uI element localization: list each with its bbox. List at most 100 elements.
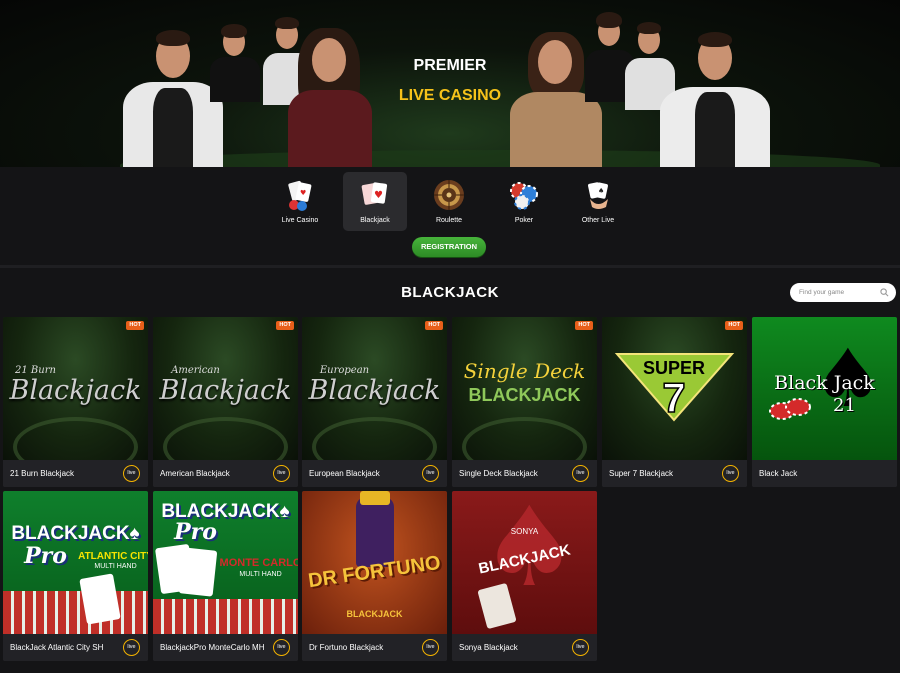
game-logo: MONTE CARLO [219,557,298,569]
live-badge: live [572,639,589,656]
category-poker[interactable]: Poker [492,172,556,231]
game-thumbnail: SUPER 7 HOT [602,317,747,460]
svg-text:7: 7 [662,374,685,421]
game-name: European Blackjack [309,469,380,478]
game-logo: ATLANTIC CITY [78,551,148,562]
game-card[interactable]: ♠ SONYA BLACKJACK Sonya Blackjack live [452,491,597,661]
hero-title-premier: PREMIER [413,57,487,74]
game-info: Sonya Blackjack live [452,634,597,661]
game-name: Super 7 Blackjack [609,469,674,478]
game-thumbnail: BLACKJACK♠ Pro ATLANTIC CITY MULTI HAND [3,491,148,634]
dr-fortuno-character [356,497,394,567]
search-box [790,283,896,302]
live-badge: live [722,465,739,482]
category-other-live[interactable]: ♠ Other Live [566,172,630,231]
chips-stack [153,599,298,634]
game-card[interactable]: Blackjack American HOT American Blackjac… [153,317,298,487]
game-logo: BLACKJACK♠ [11,523,140,544]
roulette-wheel-icon [434,180,464,210]
game-name: BlackjackPro MonteCarlo MH [160,643,265,652]
game-thumbnail: Single Deck BLACKJACK HOT [452,317,597,460]
playing-card [79,573,121,625]
hot-badge: HOT [725,321,743,330]
game-card[interactable]: BLACKJACK♠ Pro MONTE CARLO MULTI HAND Bl… [153,491,298,661]
game-logo: Blackjack [159,375,292,406]
hot-badge: HOT [425,321,443,330]
game-name: Dr Fortuno Blackjack [309,643,384,652]
game-name: Sonya Blackjack [459,643,518,652]
game-thumbnail: DR FORTUNO BLACKJACK [302,491,447,634]
search-icon[interactable] [880,288,889,297]
category-blackjack[interactable]: ♥ Blackjack [343,172,407,231]
registration-button[interactable]: REGISTRATION [412,237,486,257]
chips-stack [3,591,148,634]
section-title: BLACKJACK [401,284,499,301]
svg-text:♥: ♥ [300,189,306,197]
live-badge: live [572,465,589,482]
game-logo: BLACKJACK [346,609,403,619]
game-card[interactable]: ♠ Black Jack 21 Black Jack [752,317,897,487]
svg-text:♥: ♥ [374,190,383,201]
game-logo: Blackjack [9,375,142,406]
game-logo: BLACKJACK [468,385,581,405]
hot-badge: HOT [276,321,294,330]
search-input[interactable] [799,286,877,299]
game-info: BlackjackPro MonteCarlo MH live [153,634,298,661]
game-card[interactable]: Blackjack European HOT European Blackjac… [302,317,447,487]
live-badge: live [422,639,439,656]
game-logo: 21 Burn [15,365,56,376]
game-card[interactable]: Single Deck BLACKJACK HOT Single Deck Bl… [452,317,597,487]
hot-badge: HOT [126,321,144,330]
game-name: Black Jack [759,469,798,478]
live-badge: live [422,465,439,482]
category-roulette[interactable]: Roulette [417,172,481,231]
game-info: Dr Fortuno Blackjack live [302,634,447,661]
game-logo: Pro [174,519,217,545]
svg-text:♠: ♠ [598,187,604,195]
game-info: Super 7 Blackjack live [602,460,747,487]
game-name: American Blackjack [160,469,230,478]
live-badge: live [273,465,290,482]
game-thumbnail: Blackjack 21 Burn HOT [3,317,148,460]
game-logo: MULTI HAND [94,563,137,570]
table-rail [13,417,138,460]
game-info: European Blackjack live [302,460,447,487]
category-label: Live Casino [281,217,319,224]
game-card[interactable]: BLACKJACK♠ Pro ATLANTIC CITY MULTI HAND … [3,491,148,661]
game-logo: European [319,365,370,376]
game-name: BlackJack Atlantic City SH [10,643,104,652]
game-logo: Black Jack [774,372,875,394]
hero-banner: PREMIER LIVE CASINO [0,0,900,167]
game-info: Black Jack [752,460,897,487]
category-label: Poker [514,217,534,224]
game-card[interactable]: Blackjack 21 Burn HOT 21 Burn Blackjack … [3,317,148,487]
live-badge: live [273,639,290,656]
game-info: Single Deck Blackjack live [452,460,597,487]
game-card[interactable]: SUPER 7 HOT Super 7 Blackjack live [602,317,747,487]
game-logo: Single Deck [463,359,586,383]
game-card[interactable]: DR FORTUNO BLACKJACK Dr Fortuno Blackjac… [302,491,447,661]
game-info: 21 Burn Blackjack live [3,460,148,487]
game-thumbnail: Blackjack European HOT [302,317,447,460]
table-rail [462,417,587,460]
game-info: BlackJack Atlantic City SH live [3,634,148,661]
game-name: 21 Burn Blackjack [10,469,75,478]
category-label: Other Live [581,217,615,224]
game-thumbnail: BLACKJACK♠ Pro MONTE CARLO MULTI HAND [153,491,298,634]
blackjack-cards-icon: ♥ [361,182,388,205]
dr-fortuno-hat [360,491,390,505]
live-badge: live [123,639,140,656]
category-live-casino[interactable]: ♥ Live Casino [268,172,332,231]
game-thumbnail: ♠ Black Jack 21 [752,317,897,460]
hand-cards-icon: ♠ [588,182,608,209]
cards-chips-icon: ♥ [288,180,312,211]
hero-title-live-casino: LIVE CASINO [398,87,502,104]
game-thumbnail: ♠ SONYA BLACKJACK [452,491,597,634]
game-info: American Blackjack live [153,460,298,487]
game-logo: SONYA [510,527,539,536]
game-logo: MULTI HAND [239,571,282,578]
divider [0,265,900,268]
category-label: Blackjack [360,217,390,224]
poker-chips-icon [510,182,538,210]
game-logo: Blackjack [308,375,441,406]
